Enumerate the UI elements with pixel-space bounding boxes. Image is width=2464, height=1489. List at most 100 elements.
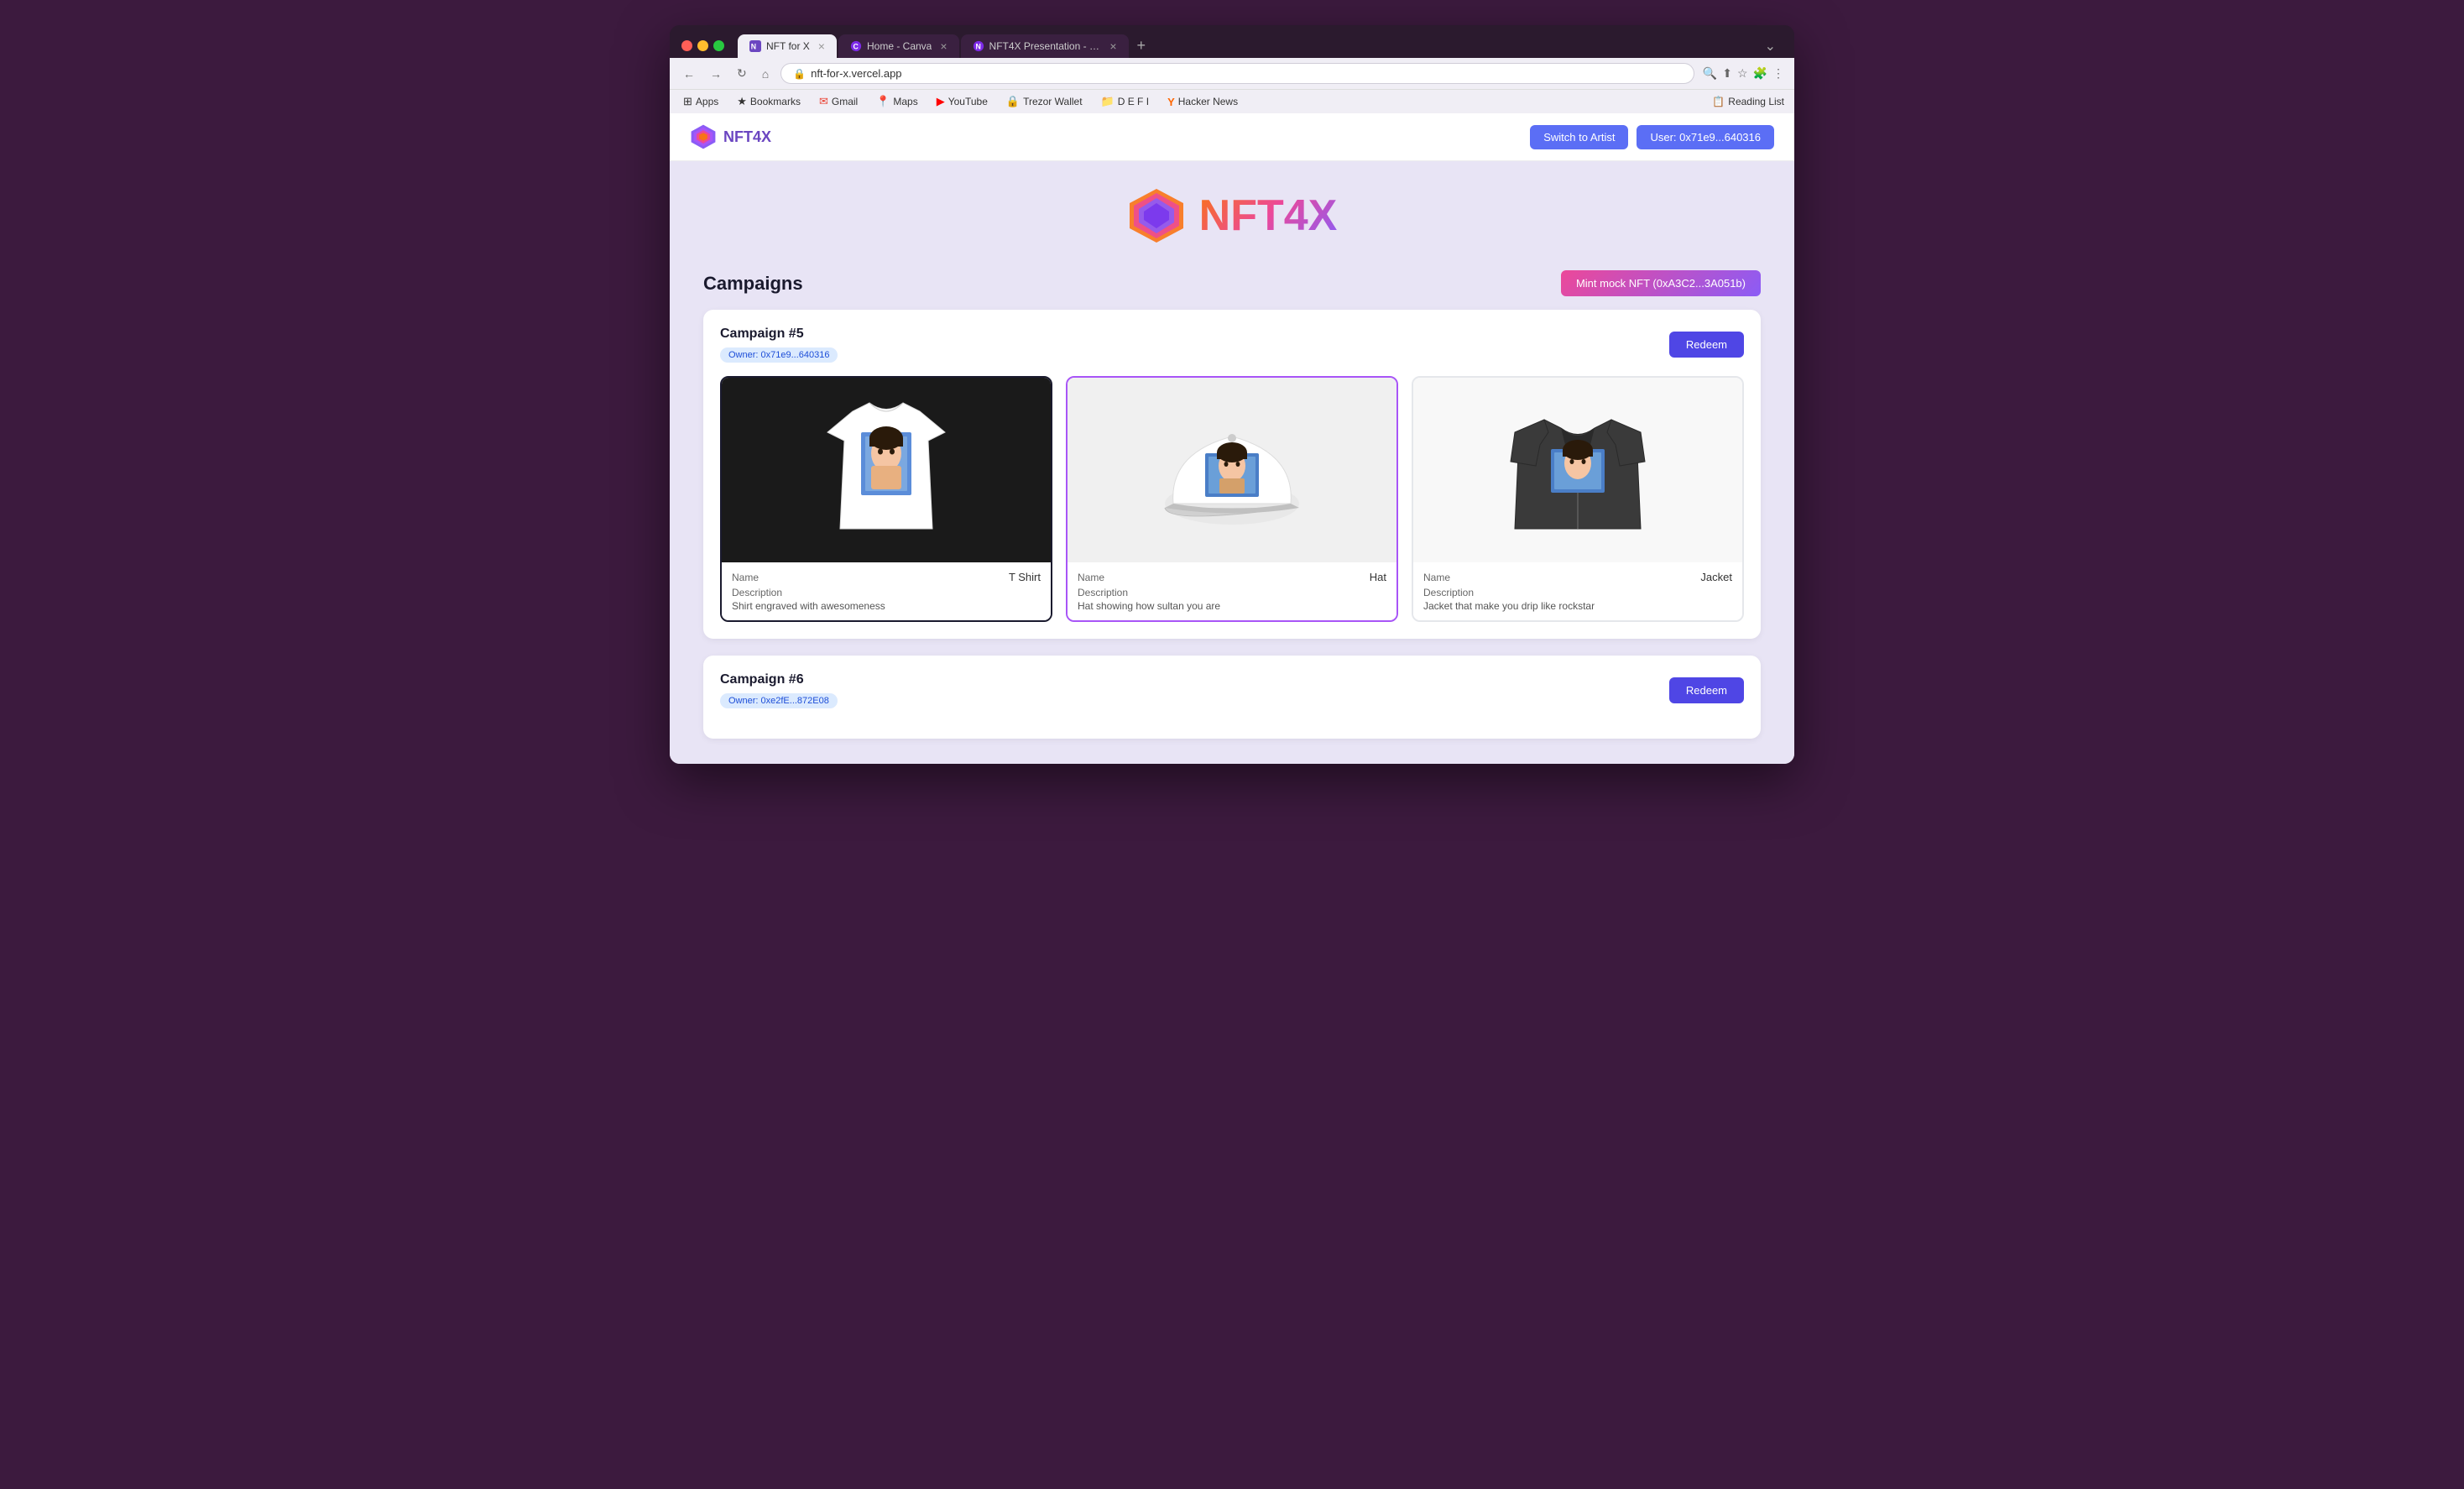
hat-desc-label: Description [1078, 587, 1386, 598]
share-button[interactable]: ⬆ [1722, 66, 1732, 81]
jacket-image [1494, 386, 1662, 554]
tshirt-name-label: Name [732, 572, 759, 583]
app-header: NFT4X Switch to Artist User: 0x71e9...64… [670, 113, 1794, 161]
campaigns-header: Campaigns Mint mock NFT (0xA3C2...3A051b… [703, 270, 1761, 296]
extensions-button[interactable]: 🧩 [1753, 66, 1767, 81]
forward-button[interactable]: → [707, 65, 725, 82]
bookmark-bookmarks-label: Bookmarks [750, 96, 801, 107]
bookmark-defi[interactable]: 📁 D E F I [1098, 93, 1153, 110]
jacket-image-area [1413, 378, 1742, 562]
bookmark-button[interactable]: ☆ [1737, 66, 1748, 81]
youtube-icon: ▶ [937, 95, 945, 108]
bookmark-gmail[interactable]: ✉ Gmail [816, 93, 861, 110]
svg-text:N: N [975, 43, 980, 51]
hat-info: Name Hat Description Hat showing how sul… [1068, 562, 1396, 620]
campaign-6-owner: Owner: 0xe2fE...872E08 [720, 693, 838, 708]
tab-close-3[interactable]: × [1109, 39, 1116, 53]
reading-list-icon: 📋 [1712, 96, 1725, 107]
mint-nft-button[interactable]: Mint mock NFT (0xA3C2...3A051b) [1561, 270, 1761, 296]
tabs-menu-button[interactable]: ⌄ [1758, 34, 1783, 58]
bookmark-hackernews[interactable]: Y Hacker News [1164, 94, 1241, 110]
star-icon: ★ [737, 95, 747, 108]
user-button[interactable]: User: 0x71e9...640316 [1637, 125, 1774, 149]
tab-close-2[interactable]: × [940, 39, 947, 53]
address-text: nft-for-x.vercel.app [811, 67, 1682, 80]
app-logo[interactable]: NFT4X [690, 123, 771, 150]
address-bar: ← → ↻ ⌂ 🔒 nft-for-x.vercel.app 🔍 ⬆ ☆ 🧩 ⋮ [670, 58, 1794, 89]
tshirt-desc: Shirt engraved with awesomeness [732, 600, 1041, 612]
tab-canva[interactable]: C Home - Canva × [838, 34, 959, 58]
tshirt-type: T Shirt [1009, 571, 1041, 583]
tab-favicon-3: N [973, 40, 984, 52]
tab-label-1: NFT for X [766, 40, 810, 52]
campaign-5-owner: Owner: 0x71e9...640316 [720, 347, 838, 363]
tab-favicon-2: C [850, 40, 862, 52]
products-grid: Name T Shirt Description Shirt engraved … [720, 376, 1744, 622]
hat-type: Hat [1370, 571, 1386, 583]
campaign-6-name: Campaign #6 [720, 672, 838, 687]
hat-image-area [1068, 378, 1396, 562]
tshirt-desc-label: Description [732, 587, 1041, 598]
tabs-bar: N NFT for X × C Home - Canva × N [738, 34, 1751, 58]
svg-text:C: C [853, 43, 859, 51]
reading-list-button[interactable]: 📋 Reading List [1712, 96, 1784, 107]
hero-section: NFT4X [703, 186, 1761, 245]
bookmark-bookmarks[interactable]: ★ Bookmarks [733, 93, 804, 110]
search-button[interactable]: 🔍 [1703, 66, 1717, 81]
main-content: NFT4X Campaigns Mint mock NFT (0xA3C2...… [670, 161, 1794, 764]
traffic-lights [681, 40, 724, 51]
hero-logo-icon [1127, 186, 1186, 245]
bookmark-youtube-label: YouTube [948, 96, 988, 107]
switch-to-artist-button[interactable]: Switch to Artist [1530, 125, 1628, 149]
jacket-desc: Jacket that make you drip like rockstar [1423, 600, 1732, 612]
tab-nft-for-x[interactable]: N NFT for X × [738, 34, 837, 58]
minimize-button[interactable] [697, 40, 708, 51]
tab-label-2: Home - Canva [867, 40, 932, 52]
hat-desc: Hat showing how sultan you are [1078, 600, 1386, 612]
tab-favicon-1: N [749, 40, 761, 52]
reading-list-label: Reading List [1728, 96, 1784, 107]
tab-label-3: NFT4X Presentation - Present... [989, 40, 1102, 52]
bookmark-maps[interactable]: 📍 Maps [873, 93, 921, 110]
home-button[interactable]: ⌂ [759, 65, 772, 82]
hat-name-label: Name [1078, 572, 1104, 583]
jacket-desc-label: Description [1423, 587, 1732, 598]
bookmark-trezor[interactable]: 🔒 Trezor Wallet [1003, 93, 1086, 110]
product-hat: Name Hat Description Hat showing how sul… [1066, 376, 1398, 622]
tab-nft4x-presentation[interactable]: N NFT4X Presentation - Present... × [961, 34, 1129, 58]
hn-icon: Y [1167, 96, 1175, 108]
jacket-info: Name Jacket Description Jacket that make… [1413, 562, 1742, 620]
logo-text: NFT4X [723, 128, 771, 146]
address-field[interactable]: 🔒 nft-for-x.vercel.app [780, 63, 1694, 84]
maximize-button[interactable] [713, 40, 724, 51]
more-button[interactable]: ⋮ [1772, 66, 1784, 81]
campaign-6-redeem-button[interactable]: Redeem [1669, 677, 1744, 703]
campaign-6-info: Campaign #6 Owner: 0xe2fE...872E08 [720, 672, 838, 708]
new-tab-button[interactable]: + [1130, 34, 1153, 58]
jacket-type: Jacket [1700, 571, 1732, 583]
campaigns-title: Campaigns [703, 273, 803, 295]
hat-image [1148, 386, 1316, 554]
campaign-5-header: Campaign #5 Owner: 0x71e9...640316 Redee… [720, 327, 1744, 363]
header-actions: Switch to Artist User: 0x71e9...640316 [1530, 125, 1774, 149]
close-button[interactable] [681, 40, 692, 51]
reload-button[interactable]: ↻ [733, 65, 750, 82]
maps-icon: 📍 [876, 95, 890, 108]
bookmark-trezor-label: Trezor Wallet [1023, 96, 1082, 107]
campaign-6-card: Campaign #6 Owner: 0xe2fE...872E08 Redee… [703, 656, 1761, 739]
bookmarks-bar: ⊞ Apps ★ Bookmarks ✉ Gmail 📍 Maps ▶ YouT… [670, 89, 1794, 113]
apps-icon: ⊞ [683, 95, 692, 108]
bookmark-apps[interactable]: ⊞ Apps [680, 93, 722, 110]
jacket-name-label: Name [1423, 572, 1450, 583]
bookmark-youtube[interactable]: ▶ YouTube [933, 93, 991, 110]
hat-type-row: Name Hat [1078, 571, 1386, 583]
logo-icon [690, 123, 717, 150]
tab-close-1[interactable]: × [818, 39, 825, 53]
defi-icon: 📁 [1101, 95, 1115, 108]
tshirt-info: Name T Shirt Description Shirt engraved … [722, 562, 1051, 620]
address-actions: 🔍 ⬆ ☆ 🧩 ⋮ [1703, 66, 1784, 81]
lock-icon: 🔒 [793, 68, 806, 80]
bookmark-gmail-label: Gmail [832, 96, 858, 107]
campaign-5-redeem-button[interactable]: Redeem [1669, 332, 1744, 358]
back-button[interactable]: ← [680, 65, 698, 82]
